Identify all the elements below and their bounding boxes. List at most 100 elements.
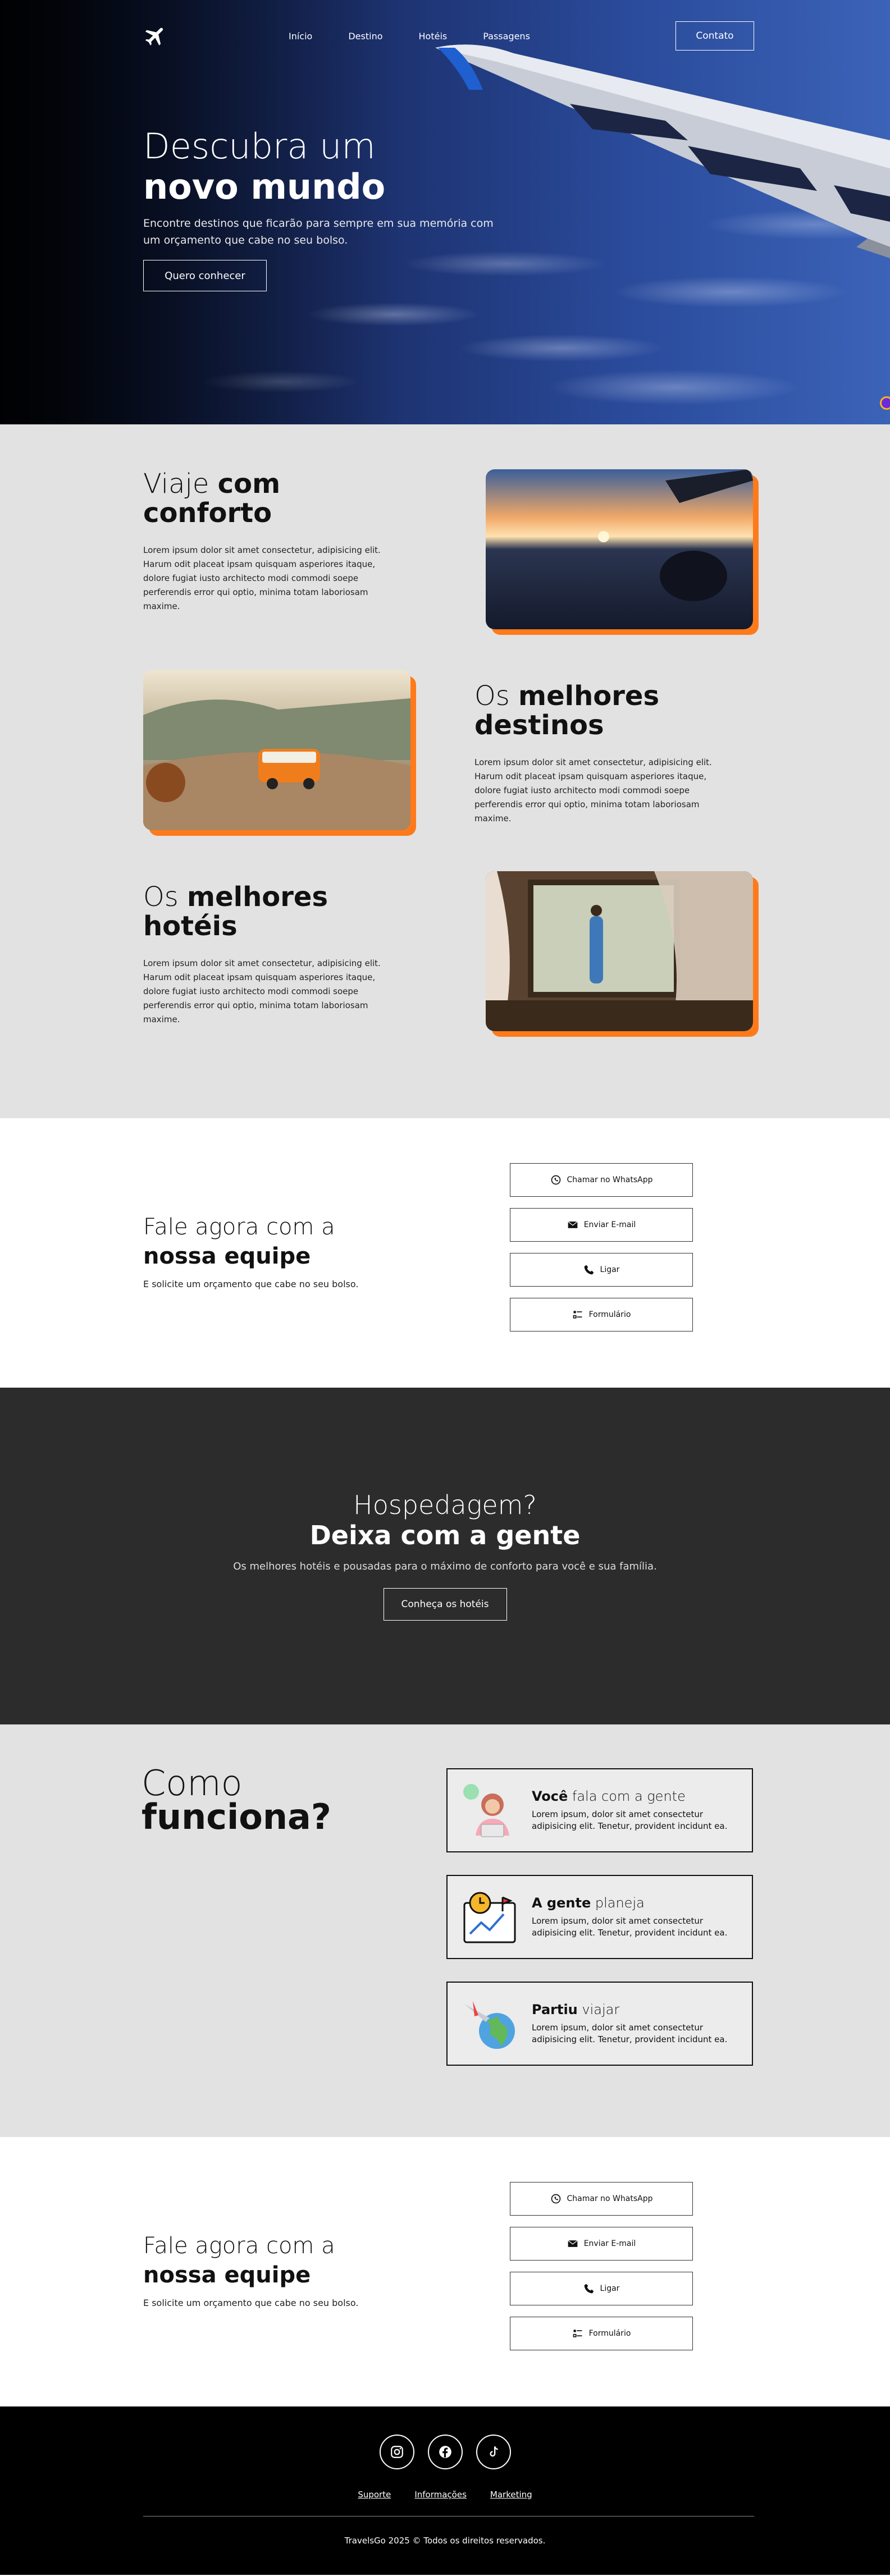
hospedagem-title-bold: Deixa com a gente [309,1520,581,1550]
features-section: Viaje com conforto Lorem ipsum dolor sit… [0,424,890,1118]
nav-link-passagens[interactable]: Passagens [483,31,530,42]
hero-content: Descubra um novo mundo Encontre destinos… [143,126,503,291]
how-it-works-section: Como funciona? Você fala com a gente Lor… [0,1724,890,2137]
floating-widget-button[interactable] [880,396,890,410]
footer-link-marketing[interactable]: Marketing [490,2490,532,2500]
airplane-logo-icon[interactable] [143,24,168,48]
phone-icon [584,2284,594,2294]
feature-title-light: Viaje [143,468,218,500]
whatsapp-button[interactable]: Chamar no WhatsApp [510,1163,693,1197]
feature-title: Viaje com conforto [143,469,401,528]
van-road-photo [143,670,410,830]
step-title-light: viajar [577,2002,620,2017]
contact-title: Fale agora com a nossa equipe [143,2231,358,2290]
email-button[interactable]: Enviar E-mail [510,2227,693,2261]
step-title-light: fala com a gente [568,1788,686,1804]
nav-link-inicio[interactable]: Início [289,31,312,42]
step-description: Lorem ipsum, dolor sit amet consectetur … [532,2023,728,2044]
form-button[interactable]: Formulário [510,1298,693,1332]
tiktok-button[interactable] [476,2435,511,2469]
envelope-icon [567,1221,578,1228]
form-icon [573,2330,582,2337]
feature-description: Lorem ipsum dolor sit amet consectetur, … [474,757,712,823]
step-title-bold: Partiu [532,2002,578,2017]
contact-section: Fale agora com a nossa equipe E solicite… [0,1118,890,1388]
contact-buttons: Chamar no WhatsApp Enviar E-mail Ligar F… [510,1163,693,1332]
hero: Início Destino Hotéis Passagens Contato … [0,0,890,424]
contact-text: Fale agora com a nossa equipe E solicite… [143,1212,358,1289]
whatsapp-button[interactable]: Chamar no WhatsApp [510,2182,693,2216]
nav-link-hoteis[interactable]: Hotéis [419,31,448,42]
footer: Suporte Informações Marketing TravelsGo … [0,2406,890,2575]
whatsapp-icon [551,2194,560,2204]
hero-title-bold: novo mundo [143,166,386,207]
contact-title-bold: nossa equipe [143,2262,311,2288]
form-button[interactable]: Formulário [510,2317,693,2350]
contact-button[interactable]: Contato [676,21,754,51]
main-nav: Início Destino Hotéis Passagens Contato [143,21,754,51]
contact-title-light: Fale agora com a [143,1214,335,1240]
contact-text: Fale agora com a nossa equipe E solicite… [143,2231,358,2308]
feature-title: Os melhores destinos [474,681,733,740]
step-card: Você fala com a gente Lorem ipsum, dolor… [446,1768,753,1852]
contact-title-bold: nossa equipe [143,1243,311,1269]
step-title: Partiu viajar [532,2002,734,2017]
steps-list: Você fala com a gente Lorem ipsum, dolor… [446,1768,753,2066]
contact-title: Fale agora com a nossa equipe [143,1212,358,1271]
call-button-label: Ligar [600,1265,620,1274]
feature-text: Os melhores destinos Lorem ipsum dolor s… [474,681,733,826]
nav-link-destino[interactable]: Destino [348,31,382,42]
feature-conforto: Viaje com conforto Lorem ipsum dolor sit… [0,469,890,670]
feature-text: Viaje com conforto Lorem ipsum dolor sit… [143,469,401,614]
copyright: TravelsGo 2025 © Todos os direitos reser… [344,2536,546,2546]
hero-title: Descubra um novo mundo [143,126,503,207]
hotels-button[interactable]: Conheça os hotéis [383,1588,507,1621]
call-button[interactable]: Ligar [510,1253,693,1287]
email-button-label: Enviar E-mail [583,1220,636,1229]
social-links [0,2435,890,2469]
hospedagem-title-light: Hospedagem? [353,1490,537,1520]
feature-description: Lorem ipsum dolor sit amet consectetur, … [143,958,381,1024]
footer-link-suporte[interactable]: Suporte [358,2490,391,2500]
hero-cta-button[interactable]: Quero conhecer [143,260,267,291]
form-icon [573,1311,582,1319]
hospedagem-title: Hospedagem? Deixa com a gente [0,1490,890,1550]
contact-buttons: Chamar no WhatsApp Enviar E-mail Ligar F… [510,2182,693,2350]
footer-links: Suporte Informações Marketing [0,2490,890,2500]
email-button[interactable]: Enviar E-mail [510,1208,693,1242]
instagram-icon [390,2446,403,2458]
hotel-room-photo [486,871,753,1031]
feature-destinos: Os melhores destinos Lorem ipsum dolor s… [0,670,890,871]
hospedagem-description: Os melhores hotéis e pousadas para o máx… [233,1561,657,1572]
feature-title: Os melhores hotéis [143,882,401,941]
facebook-button[interactable] [427,2435,463,2469]
step-body: Você fala com a gente Lorem ipsum, dolor… [532,1788,734,1832]
step-body: A gente planeja Lorem ipsum, dolor sit a… [532,1895,734,1939]
how-it-works-title: Como funciona? [142,1766,331,1837]
airplane-globe-icon [464,2001,515,2049]
how-title-bold: funciona? [142,1796,331,1837]
airplane-window-photo [486,469,753,629]
tiktok-icon [489,2446,498,2457]
call-button[interactable]: Ligar [510,2272,693,2305]
step-card: Partiu viajar Lorem ipsum, dolor sit ame… [446,1982,753,2066]
hero-description: Encontre destinos que ficarão para sempr… [143,217,494,246]
step-title: Você fala com a gente [532,1788,734,1804]
whatsapp-button-label: Chamar no WhatsApp [567,2194,653,2203]
footer-link-informacoes[interactable]: Informações [414,2490,467,2500]
step-title-light: planeja [591,1895,645,1911]
instagram-button[interactable] [379,2435,414,2469]
contact-title-light: Fale agora com a [143,2233,335,2259]
form-button-label: Formulário [588,1310,631,1319]
feature-text: Os melhores hotéis Lorem ipsum dolor sit… [143,882,401,1027]
email-button-label: Enviar E-mail [583,2239,636,2248]
contact-description: E solicite um orçamento que cabe no seu … [143,2298,359,2308]
woman-laptop-icon [463,1784,509,1837]
whatsapp-icon [551,1175,560,1185]
planning-board-icon [463,1892,516,1943]
step-body: Partiu viajar Lorem ipsum, dolor sit ame… [532,2002,734,2046]
step-card: A gente planeja Lorem ipsum, dolor sit a… [446,1875,753,1959]
feature-title-light: Os [474,680,519,712]
form-button-label: Formulário [588,2329,631,2338]
step-description: Lorem ipsum, dolor sit amet consectetur … [532,1916,728,1938]
